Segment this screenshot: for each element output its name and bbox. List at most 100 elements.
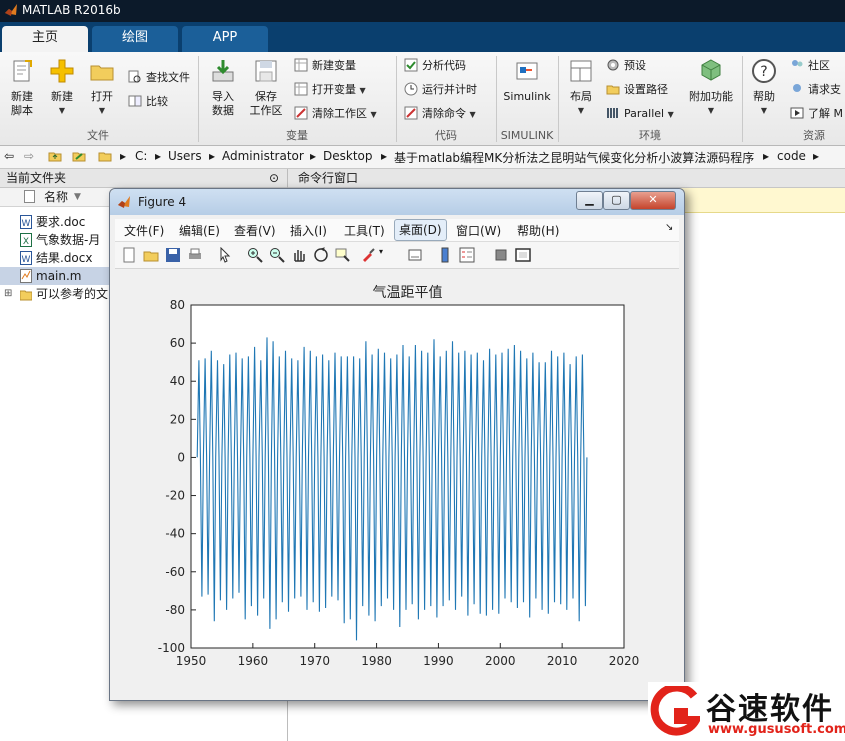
tab-plots[interactable]: 绘图: [92, 26, 178, 52]
analyze-code-button[interactable]: 分析代码: [404, 56, 466, 76]
command-window-header: 命令行窗口: [288, 169, 845, 188]
current-folder-title: 当前文件夹: [6, 171, 67, 185]
menu-help[interactable]: 帮助(H): [517, 222, 559, 239]
dock-arrow-icon[interactable]: ↘: [665, 222, 673, 233]
add-ons-dropdown-icon[interactable]: ▼: [686, 104, 736, 118]
parallel-dropdown-icon[interactable]: ▼: [668, 110, 674, 119]
line-chart[interactable]: 气温距平值 1950 1960 1970 1980 1990 2000 2010 2020 -10…: [115, 271, 679, 695]
open-variable-button[interactable]: 打开变量 ▼: [294, 80, 366, 100]
new-button[interactable]: 新建 ▼: [44, 58, 80, 118]
layout-dropdown-icon[interactable]: ▼: [564, 104, 598, 118]
request-support-button[interactable]: 请求支: [790, 80, 841, 100]
clear-workspace-button[interactable]: 清除工作区 ▼: [294, 104, 377, 124]
learn-matlab-button[interactable]: 了解 M: [790, 104, 843, 124]
forward-icon[interactable]: ⇨: [24, 149, 34, 163]
clear-commands-label: 清除命令: [422, 107, 466, 120]
save-workspace-icon: [255, 60, 277, 82]
figure-title-bar[interactable]: Figure 4 ▁ ▢ ✕: [110, 189, 684, 215]
watermark-url: www.gususoft.com: [708, 722, 845, 737]
breadcrumb-item[interactable]: Administrator: [222, 149, 304, 163]
save-workspace-button[interactable]: 保存 工作区: [246, 58, 286, 118]
pan-hand-icon[interactable]: [291, 247, 307, 263]
new-figure-icon[interactable]: [121, 247, 137, 263]
zoom-out-icon[interactable]: [269, 247, 285, 263]
menu-tools[interactable]: 工具(T): [344, 222, 385, 239]
x-tick-label: 1990: [423, 654, 454, 668]
tab-home[interactable]: 主页: [2, 26, 88, 52]
excel-icon: X: [20, 233, 32, 247]
import-data-button[interactable]: 导入 数据: [204, 58, 242, 118]
svg-text:W: W: [22, 219, 31, 229]
breadcrumb-item[interactable]: 基于matlab编程MK分析法之昆明站气候变化分析小波算法源码程序: [394, 149, 754, 166]
help-button[interactable]: ? 帮助 ▼: [748, 58, 780, 118]
back-icon[interactable]: ⇦: [4, 149, 14, 163]
gusu-logo-icon: [650, 686, 700, 736]
find-files-button[interactable]: 查找文件: [128, 68, 190, 88]
clear-commands-dropdown-icon[interactable]: ▼: [470, 110, 476, 119]
tab-apps[interactable]: APP: [182, 26, 268, 52]
figure-title: Figure 4: [138, 195, 187, 209]
zoom-in-icon[interactable]: [247, 247, 263, 263]
up-folder-icon[interactable]: [48, 149, 62, 163]
menu-window[interactable]: 窗口(W): [456, 222, 501, 239]
add-ons-button[interactable]: 附加功能 ▼: [686, 58, 736, 118]
breadcrumb-item[interactable]: Desktop: [323, 149, 373, 163]
y-tick-label: 40: [170, 374, 185, 388]
new-variable-button[interactable]: 新建变量: [294, 56, 356, 76]
brush-icon[interactable]: [360, 247, 376, 263]
clear-workspace-dropdown-icon[interactable]: ▼: [371, 110, 377, 119]
link-plot-icon[interactable]: [407, 247, 423, 263]
plus-icon: [50, 59, 74, 83]
plot-area: 气温距平值 1950 1960 1970 1980 1990 2000 2010 2020 -10…: [115, 271, 679, 695]
simulink-button[interactable]: Simulink: [502, 58, 552, 104]
m-file-icon: [20, 269, 32, 283]
panel-options-icon[interactable]: ⊙: [269, 169, 279, 187]
data-cursor-icon[interactable]: [335, 247, 351, 263]
layout-button[interactable]: 布局 ▼: [564, 58, 598, 118]
colorbar-icon[interactable]: [437, 247, 453, 263]
menu-edit[interactable]: 编辑(E): [179, 222, 220, 239]
parallel-button[interactable]: Parallel ▼: [606, 104, 674, 124]
x-tick-label: 1950: [176, 654, 207, 668]
menu-desktop[interactable]: 桌面(D): [394, 219, 447, 241]
show-plot-tools-icon[interactable]: [515, 247, 531, 263]
print-icon[interactable]: [187, 247, 203, 263]
open-dropdown-icon[interactable]: ▼: [84, 104, 120, 118]
menu-view[interactable]: 查看(V): [234, 222, 276, 239]
run-and-time-button[interactable]: 运行并计时: [404, 80, 477, 100]
group-label-file: 文件: [87, 129, 109, 142]
breadcrumb-item[interactable]: Users: [168, 149, 202, 163]
clear-commands-button[interactable]: 清除命令 ▼: [404, 104, 476, 124]
hide-plot-tools-icon[interactable]: [493, 247, 509, 263]
svg-text:W: W: [22, 255, 31, 265]
expand-icon[interactable]: ⊞: [4, 285, 12, 303]
divider: [396, 56, 397, 142]
request-support-label: 请求支: [808, 83, 841, 96]
open-button[interactable]: 打开 ▼: [84, 58, 120, 118]
menu-file[interactable]: 文件(F): [124, 222, 164, 239]
new-script-icon: [13, 60, 32, 82]
set-path-button[interactable]: 设置路径: [606, 80, 668, 100]
preferences-button[interactable]: 预设: [606, 56, 646, 76]
rotate-3d-icon[interactable]: [313, 247, 329, 263]
menu-insert[interactable]: 插入(I): [290, 222, 327, 239]
minimize-button[interactable]: ▁: [576, 191, 603, 210]
browse-folder-icon[interactable]: [72, 149, 86, 163]
close-button[interactable]: ✕: [630, 191, 676, 210]
compare-button[interactable]: 比较: [128, 92, 168, 112]
pointer-icon[interactable]: [217, 247, 233, 263]
breadcrumb-item[interactable]: C:: [135, 149, 147, 163]
community-button[interactable]: 社区: [790, 56, 830, 76]
maximize-button[interactable]: ▢: [603, 191, 630, 210]
figure-window: Figure 4 ▁ ▢ ✕ 文件(F) 编辑(E) 查看(V) 插入(I) 工…: [109, 188, 685, 701]
open-variable-dropdown-icon[interactable]: ▼: [360, 86, 366, 95]
breadcrumb-item[interactable]: code: [777, 149, 806, 163]
help-dropdown-icon[interactable]: ▼: [748, 104, 780, 118]
save-icon[interactable]: [165, 247, 181, 263]
open-file-icon[interactable]: [143, 247, 159, 263]
legend-icon[interactable]: [459, 247, 475, 263]
add-ons-icon: [701, 59, 721, 81]
new-dropdown-icon[interactable]: ▼: [44, 104, 80, 118]
new-script-button[interactable]: 新建 脚本: [4, 58, 40, 118]
brush-dropdown-icon[interactable]: ▾: [379, 247, 395, 263]
